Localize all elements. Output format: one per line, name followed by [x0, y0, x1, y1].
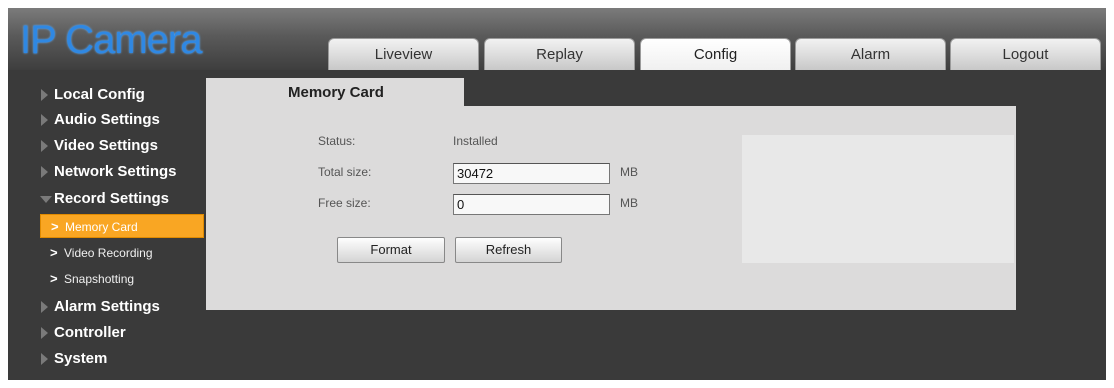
- memory-card-panel: Status: Installed Total size: 30472 MB F…: [206, 106, 1016, 310]
- arrow-right-icon: [41, 89, 48, 101]
- free-size-unit: MB: [620, 196, 638, 210]
- sidebar-item-label: Local Config: [54, 86, 145, 103]
- free-size-label: Free size:: [318, 196, 371, 210]
- sidebar-item-label: System: [54, 350, 108, 367]
- sidebar-item-record-settings[interactable]: Record Settings: [8, 187, 204, 211]
- sidebar-subitem-label: Video Recording: [64, 246, 153, 260]
- sidebar-subitem-snapshotting[interactable]: > Snapshotting: [40, 267, 204, 291]
- sidebar-subitem-label: Snapshotting: [64, 272, 135, 286]
- sidebar-item-label: Alarm Settings: [54, 298, 160, 315]
- chevron-right-icon: >: [50, 245, 58, 260]
- format-button[interactable]: Format: [337, 237, 445, 263]
- sidebar-item-alarm-settings[interactable]: Alarm Settings: [8, 295, 204, 319]
- sidebar-item-network-settings[interactable]: Network Settings: [8, 160, 204, 184]
- logo: IP Camera: [20, 18, 202, 62]
- panel-title-tab: Memory Card: [206, 78, 464, 108]
- total-size-label: Total size:: [318, 165, 372, 179]
- sidebar-subitem-video-recording[interactable]: > Video Recording: [40, 241, 204, 265]
- tab-logout[interactable]: Logout: [950, 38, 1101, 70]
- arrow-right-icon: [41, 166, 48, 178]
- arrow-right-icon: [41, 301, 48, 313]
- tab-alarm[interactable]: Alarm: [795, 38, 946, 70]
- refresh-button[interactable]: Refresh: [455, 237, 562, 263]
- status-label: Status:: [318, 134, 356, 148]
- total-size-field[interactable]: 30472: [453, 163, 610, 184]
- free-size-field[interactable]: 0: [453, 194, 610, 215]
- total-size-unit: MB: [620, 165, 638, 179]
- tab-liveview[interactable]: Liveview: [328, 38, 479, 70]
- sidebar-subitem-label: Memory Card: [65, 220, 138, 234]
- arrow-right-icon: [41, 327, 48, 339]
- sidebar-item-label: Record Settings: [54, 190, 170, 207]
- sidebar-item-label: Controller: [54, 324, 126, 341]
- chevron-right-icon: >: [50, 271, 58, 286]
- sidebar-item-label: Network Settings: [54, 163, 177, 180]
- arrow-down-icon: [40, 196, 52, 203]
- status-value: Installed: [453, 134, 498, 148]
- tab-replay[interactable]: Replay: [484, 38, 635, 70]
- sidebar-item-label: Audio Settings: [54, 111, 160, 128]
- tab-config[interactable]: Config: [640, 38, 791, 70]
- sidebar-item-system[interactable]: System: [8, 347, 204, 371]
- sidebar-item-controller[interactable]: Controller: [8, 321, 204, 345]
- arrow-right-icon: [41, 353, 48, 365]
- arrow-right-icon: [41, 140, 48, 152]
- arrow-right-icon: [41, 114, 48, 126]
- info-area: [742, 135, 1014, 263]
- sidebar-item-label: Video Settings: [54, 137, 158, 154]
- sidebar-subitem-memory-card[interactable]: > Memory Card: [40, 214, 204, 238]
- sidebar: Local Config Audio Settings Video Settin…: [8, 70, 204, 380]
- sidebar-item-local-config[interactable]: Local Config: [8, 83, 204, 107]
- sidebar-item-video-settings[interactable]: Video Settings: [8, 134, 204, 158]
- sidebar-item-audio-settings[interactable]: Audio Settings: [8, 108, 204, 132]
- chevron-right-icon: >: [51, 219, 59, 234]
- app-window: IP Camera Liveview Replay Config Alarm L…: [0, 0, 1114, 388]
- header-bar: IP Camera Liveview Replay Config Alarm L…: [8, 8, 1106, 70]
